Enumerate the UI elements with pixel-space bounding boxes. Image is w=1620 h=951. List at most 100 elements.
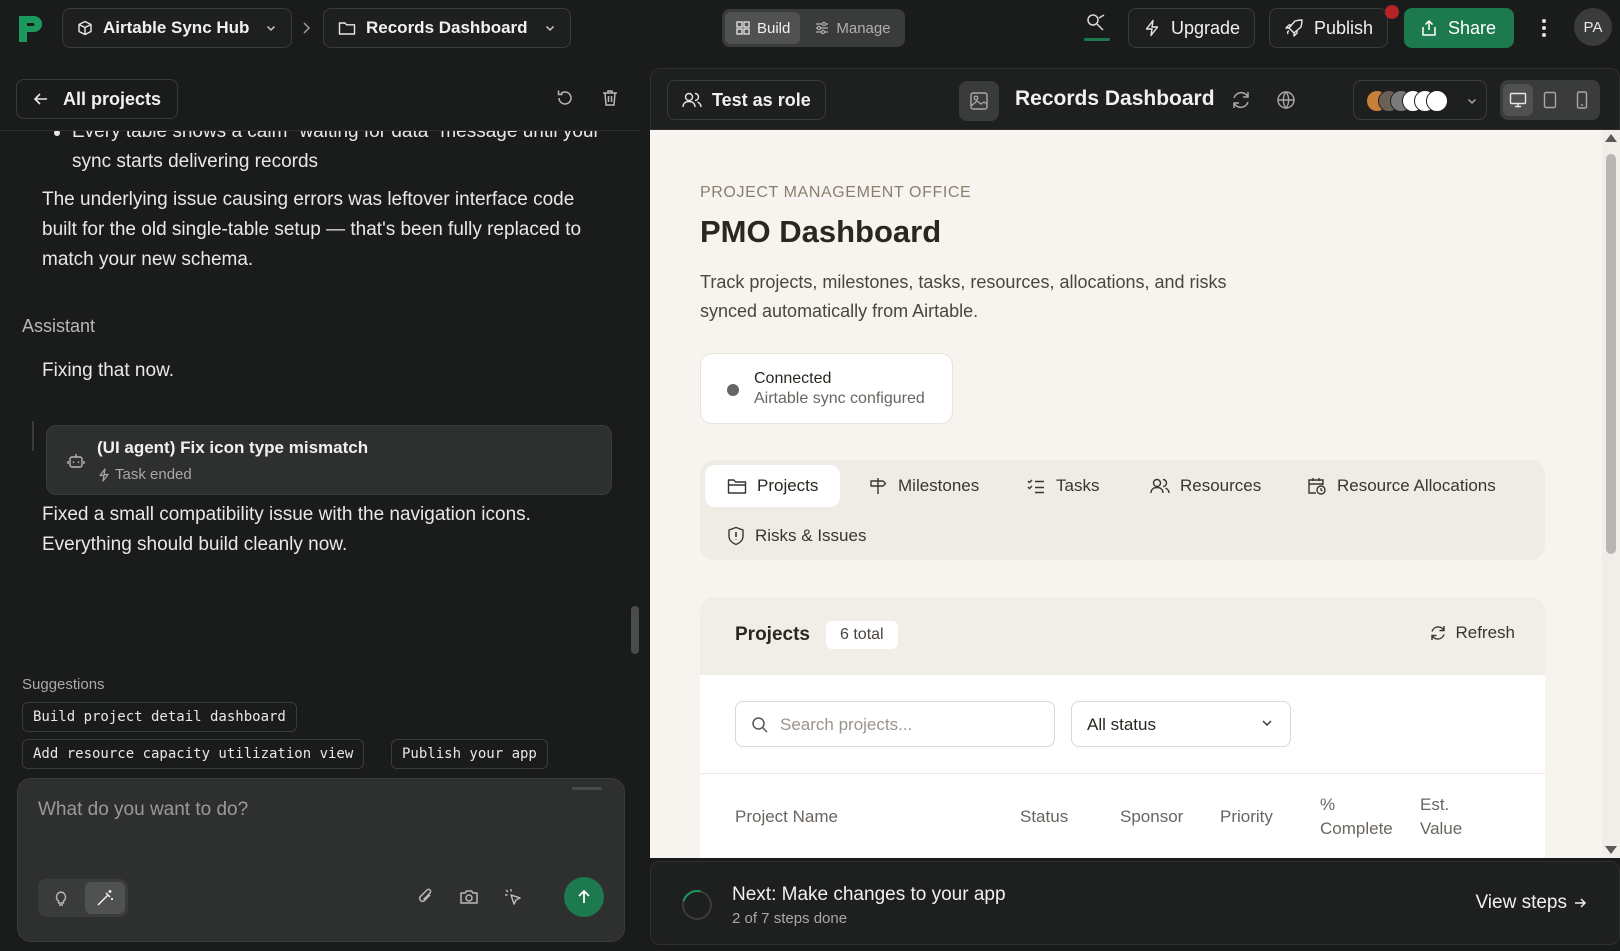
tab-resources[interactable]: Resources (1128, 465, 1283, 507)
app-preview: PROJECT MANAGEMENT OFFICE PMO Dashboard … (650, 130, 1602, 858)
mode-toggle: Build Manage (722, 9, 905, 47)
chevron-down-icon (267, 25, 276, 32)
suggestion-chip[interactable]: Build project detail dashboard (22, 702, 297, 732)
top-bar: Airtable Sync Hub Records Dashboard Buil… (0, 0, 1620, 56)
suggestion-chip[interactable]: Add resource capacity utilization view (22, 739, 365, 769)
preview-scrollbar[interactable] (1602, 130, 1620, 858)
theme-swatch (1426, 90, 1448, 112)
search-icon (752, 717, 768, 733)
cursor-click-icon[interactable] (503, 887, 523, 907)
undo-icon[interactable] (555, 88, 575, 108)
app-logo-icon[interactable] (16, 14, 46, 44)
task-status: Task ended (97, 466, 192, 483)
projects-card-title: Projects (735, 624, 810, 645)
bullet-text: Every table shows a calm "waiting for da… (72, 131, 600, 172)
dashboard-title: PMO Dashboard (700, 214, 942, 249)
sync-progress-bar (1084, 38, 1110, 41)
tab-tasks[interactable]: Tasks (1004, 465, 1121, 507)
checklist-icon (1027, 479, 1044, 494)
task-card[interactable]: (UI agent) Fix icon type mismatch Task e… (46, 425, 612, 495)
task-title: (UI agent) Fix icon type mismatch (97, 438, 369, 457)
more-menu-icon[interactable] (1536, 16, 1552, 40)
tab-resource-allocations[interactable]: Resource Allocations (1285, 465, 1518, 507)
projects-card-header: Projects 6 total Refresh (700, 597, 1545, 675)
composer-mode-toggle (38, 879, 128, 917)
composer-input[interactable]: What do you want to do? (38, 799, 248, 821)
grid-icon (736, 21, 750, 35)
tab-risks-issues[interactable]: Risks & Issues (705, 515, 888, 557)
sync-status-icon[interactable] (1084, 12, 1108, 34)
calendar-clock-icon (1308, 478, 1326, 495)
chat-panel: All projects Every table shows a calm "w… (0, 56, 640, 951)
column-header[interactable]: Status (1020, 805, 1068, 829)
publish-button[interactable]: Publish (1269, 8, 1389, 48)
view-steps-link[interactable]: View steps (1475, 892, 1587, 914)
status-filter-value: All status (1087, 715, 1156, 734)
mobile-icon[interactable] (1567, 84, 1597, 116)
tab-label: Resource Allocations (1337, 476, 1496, 495)
arrow-right-icon (1575, 898, 1587, 908)
refresh-button[interactable]: Refresh (1429, 623, 1515, 643)
trash-icon[interactable] (600, 88, 620, 108)
column-header[interactable]: Sponsor (1120, 805, 1183, 829)
share-button[interactable]: Share (1404, 8, 1514, 48)
column-header[interactable]: Project Name (735, 805, 838, 829)
table-tabs: Projects Milestones Tasks Resources Reso… (700, 460, 1545, 560)
scroll-down-icon[interactable] (1605, 846, 1617, 854)
share-icon (1422, 20, 1436, 36)
share-label: Share (1448, 17, 1497, 38)
suggestion-chip[interactable]: Publish your app (391, 739, 548, 769)
project-switcher[interactable]: Airtable Sync Hub (62, 8, 293, 48)
lightbulb-icon[interactable] (41, 882, 81, 914)
mode-manage-tab[interactable]: Manage (804, 12, 900, 44)
all-projects-button[interactable]: All projects (16, 79, 179, 119)
tab-milestones[interactable]: Milestones (846, 465, 1001, 507)
column-header[interactable]: Priority (1220, 805, 1273, 829)
page-thumbnail[interactable] (959, 81, 999, 121)
status-filter-select[interactable]: All status (1071, 701, 1291, 747)
assistant-label: Assistant (22, 316, 96, 336)
chat-messages: Every table shows a calm "waiting for da… (0, 131, 640, 671)
chat-scrollbar[interactable] (631, 606, 639, 654)
dashboard-description: Track projects, milestones, tasks, resou… (700, 272, 1227, 321)
page-switcher[interactable]: Records Dashboard (323, 8, 571, 48)
upgrade-button[interactable]: Upgrade (1128, 8, 1256, 48)
project-search-input[interactable]: Search projects... (735, 701, 1055, 747)
scroll-thumb[interactable] (1606, 154, 1616, 554)
lightning-icon (99, 467, 109, 482)
next-step-progress: 2 of 7 steps done (732, 910, 848, 927)
signpost-icon (870, 478, 887, 494)
upgrade-label: Upgrade (1171, 17, 1241, 38)
breadcrumb-separator-icon (303, 22, 311, 34)
magic-wand-icon[interactable] (85, 882, 125, 914)
mode-build-tab[interactable]: Build (725, 12, 801, 44)
paperclip-icon[interactable] (416, 887, 436, 907)
refresh-icon[interactable] (1230, 89, 1252, 111)
next-step-title: Next: Make changes to your app (732, 884, 1006, 905)
scroll-up-icon[interactable] (1605, 134, 1617, 142)
chat-composer[interactable]: What do you want to do? (17, 778, 625, 942)
globe-icon[interactable] (1275, 89, 1297, 111)
user-avatar[interactable]: PA (1574, 8, 1612, 46)
chevron-down-icon (1467, 98, 1477, 105)
arrow-up-icon (578, 889, 590, 903)
view-steps-label: View steps (1475, 892, 1567, 913)
send-button[interactable] (564, 877, 604, 917)
column-header[interactable]: Est. Value (1420, 793, 1480, 841)
composer-resize-handle[interactable] (572, 787, 602, 790)
folder-icon (727, 479, 747, 494)
mode-build-label: Build (757, 19, 791, 37)
task-status-label: Task ended (115, 466, 192, 483)
test-as-role-button[interactable]: Test as role (667, 80, 826, 120)
tab-label: Milestones (898, 476, 980, 495)
desktop-icon[interactable] (1503, 84, 1533, 116)
cube-icon (78, 20, 92, 36)
projects-card: Projects 6 total Refresh Search projects… (700, 597, 1545, 858)
theme-swatch-picker[interactable] (1353, 80, 1487, 120)
tab-projects[interactable]: Projects (705, 465, 841, 507)
filter-divider (700, 773, 1545, 774)
tablet-icon[interactable] (1535, 84, 1565, 116)
robot-icon (67, 454, 85, 468)
camera-icon[interactable] (459, 887, 479, 907)
column-header[interactable]: % Complete (1320, 793, 1400, 841)
